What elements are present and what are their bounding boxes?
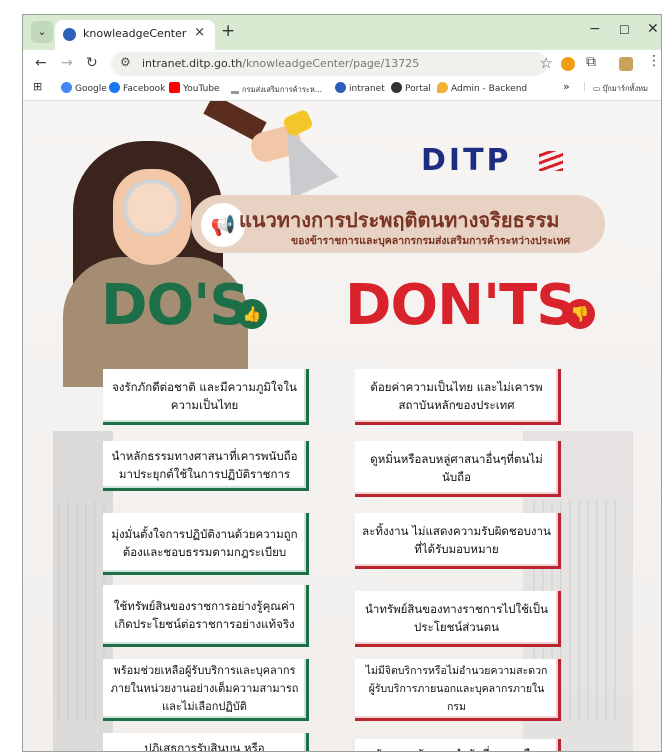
bookmarks-divider: | bbox=[583, 82, 587, 92]
donts-card: ละทิ้งงาน ไม่แสดงความรับผิดชอบงานที่ได้ร… bbox=[355, 513, 561, 569]
bookmarks-overflow-button[interactable]: » bbox=[563, 80, 570, 93]
admin-backend-icon bbox=[437, 82, 448, 93]
extension-icon[interactable] bbox=[561, 57, 575, 71]
extensions-puzzle-icon[interactable]: ⧉ bbox=[586, 54, 596, 70]
ditp-logo: DITP bbox=[421, 143, 512, 178]
reload-icon[interactable]: ↻ bbox=[86, 55, 98, 71]
bookmarks-bar: ⊞ Google Facebook YouTube กรมส่งเสริมการ… bbox=[23, 78, 661, 101]
donts-card: ด้อยค่าความเป็นไทย และไม่เคารพสถาบันหลัก… bbox=[355, 369, 561, 425]
intranet-icon bbox=[335, 82, 346, 93]
bookmark-facebook[interactable]: Facebook bbox=[109, 82, 165, 94]
bookmark-intranet[interactable]: intranet bbox=[335, 82, 385, 94]
tab-knowleadgecenter[interactable]: knowleadgeCenter × bbox=[55, 20, 215, 50]
thumbs-up-icon: 👍 bbox=[237, 299, 267, 329]
all-bookmarks-folder[interactable]: ▭ บุ๊กมาร์กทั้งหม bbox=[593, 83, 648, 95]
profile-avatar-icon[interactable] bbox=[619, 57, 633, 71]
donts-card: รับของขวัญของกำนัลที่นอกเหนือ bbox=[355, 739, 561, 751]
ditp-bookmark-icon bbox=[231, 91, 239, 94]
facebook-icon bbox=[109, 82, 120, 93]
dos-card: นำหลักธรรมทางศาสนาที่เคารพนับถือมาประยุก… bbox=[103, 441, 309, 491]
browser-toolbar: ← → ↻ ⚙ intranet.ditp.go.th/knowleadgeCe… bbox=[23, 50, 661, 78]
new-tab-button[interactable]: + bbox=[221, 21, 235, 41]
close-window-button[interactable]: ✕ bbox=[647, 21, 659, 37]
apps-grid-icon[interactable]: ⊞ bbox=[33, 80, 42, 93]
ditp-logo-stripes bbox=[539, 151, 563, 171]
bookmark-portal[interactable]: Portal bbox=[391, 82, 431, 94]
bookmark-google[interactable]: Google bbox=[61, 82, 107, 94]
site-favicon-icon bbox=[63, 28, 76, 41]
magnifying-glass-icon bbox=[123, 179, 181, 237]
url-text: intranet.ditp.go.th/knowleadgeCenter/pag… bbox=[142, 57, 419, 70]
bookmark-ditp[interactable]: กรมส่งเสริมการค้าระห... bbox=[231, 84, 322, 96]
google-icon bbox=[61, 82, 72, 93]
dos-card: ใช้ทรัพย์สินของราชการอย่างรู้คุณค่า เกิด… bbox=[103, 585, 309, 647]
back-arrow-icon[interactable]: ← bbox=[35, 55, 47, 71]
poster-content: DITP 📢 แนวทางการประพฤติตนทางจริยธรรม ของ… bbox=[23, 101, 661, 751]
donts-heading: DON'TS bbox=[345, 273, 577, 338]
poster-subtitle: ของข้าราชการและบุคลากรกรมส่งเสริมการค้าร… bbox=[291, 235, 571, 247]
bookmark-admin-backend[interactable]: Admin - Backend bbox=[437, 82, 527, 94]
tab-title: knowleadgeCenter bbox=[83, 27, 187, 40]
dos-heading: DO'S bbox=[101, 273, 250, 338]
close-tab-icon[interactable]: × bbox=[194, 25, 205, 40]
thumbs-down-icon: 👎 bbox=[565, 299, 595, 329]
browser-window: ⌄ knowleadgeCenter × + − ☐ ✕ ← → ↻ ⚙ int… bbox=[22, 14, 662, 752]
minimize-button[interactable]: − bbox=[589, 21, 601, 37]
youtube-icon bbox=[169, 82, 180, 93]
bookmark-star-icon[interactable]: ☆ bbox=[540, 54, 553, 72]
bookmark-youtube[interactable]: YouTube bbox=[169, 82, 220, 94]
tab-strip: ⌄ knowleadgeCenter × + − ☐ ✕ bbox=[23, 15, 661, 50]
dos-card: ปฏิเสธการรับสินบน หรือ bbox=[103, 733, 309, 751]
tab-search-icon[interactable]: ⌄ bbox=[31, 21, 53, 43]
url-path: /knowleadgeCenter/page/13725 bbox=[242, 57, 420, 70]
url-domain: intranet.ditp.go.th bbox=[142, 57, 243, 70]
site-info-icon[interactable]: ⚙ bbox=[120, 55, 131, 69]
donts-card: นำทรัพย์สินของทางราชการไปใช้เป็นประโยชน์… bbox=[355, 591, 561, 647]
dos-card: มุ่งมั่นตั้งใจการปฏิบัติงานด้วยความถูกต้… bbox=[103, 513, 309, 575]
donts-card: ไม่มีจิตบริการหรือไม่อำนวยความสะดวกผู้รั… bbox=[355, 659, 561, 721]
dos-card: จงรักภักดีต่อชาติ และมีความภูมิใจในความเ… bbox=[103, 369, 309, 425]
background-windows bbox=[58, 501, 108, 721]
portal-icon bbox=[391, 82, 402, 93]
maximize-button[interactable]: ☐ bbox=[619, 23, 630, 37]
forward-arrow-icon[interactable]: → bbox=[61, 55, 73, 71]
browser-menu-icon[interactable]: ⋮ bbox=[647, 53, 661, 69]
donts-card: ดูหมิ่นหรือลบหลู่ศาสนาอื่นๆที่ตนไม่นับถื… bbox=[355, 441, 561, 497]
dos-card: พร้อมช่วยเหลือผู้รับบริการและบุคลากรภายใ… bbox=[103, 659, 309, 721]
address-bar[interactable]: ⚙ intranet.ditp.go.th/knowleadgeCenter/p… bbox=[111, 52, 553, 76]
